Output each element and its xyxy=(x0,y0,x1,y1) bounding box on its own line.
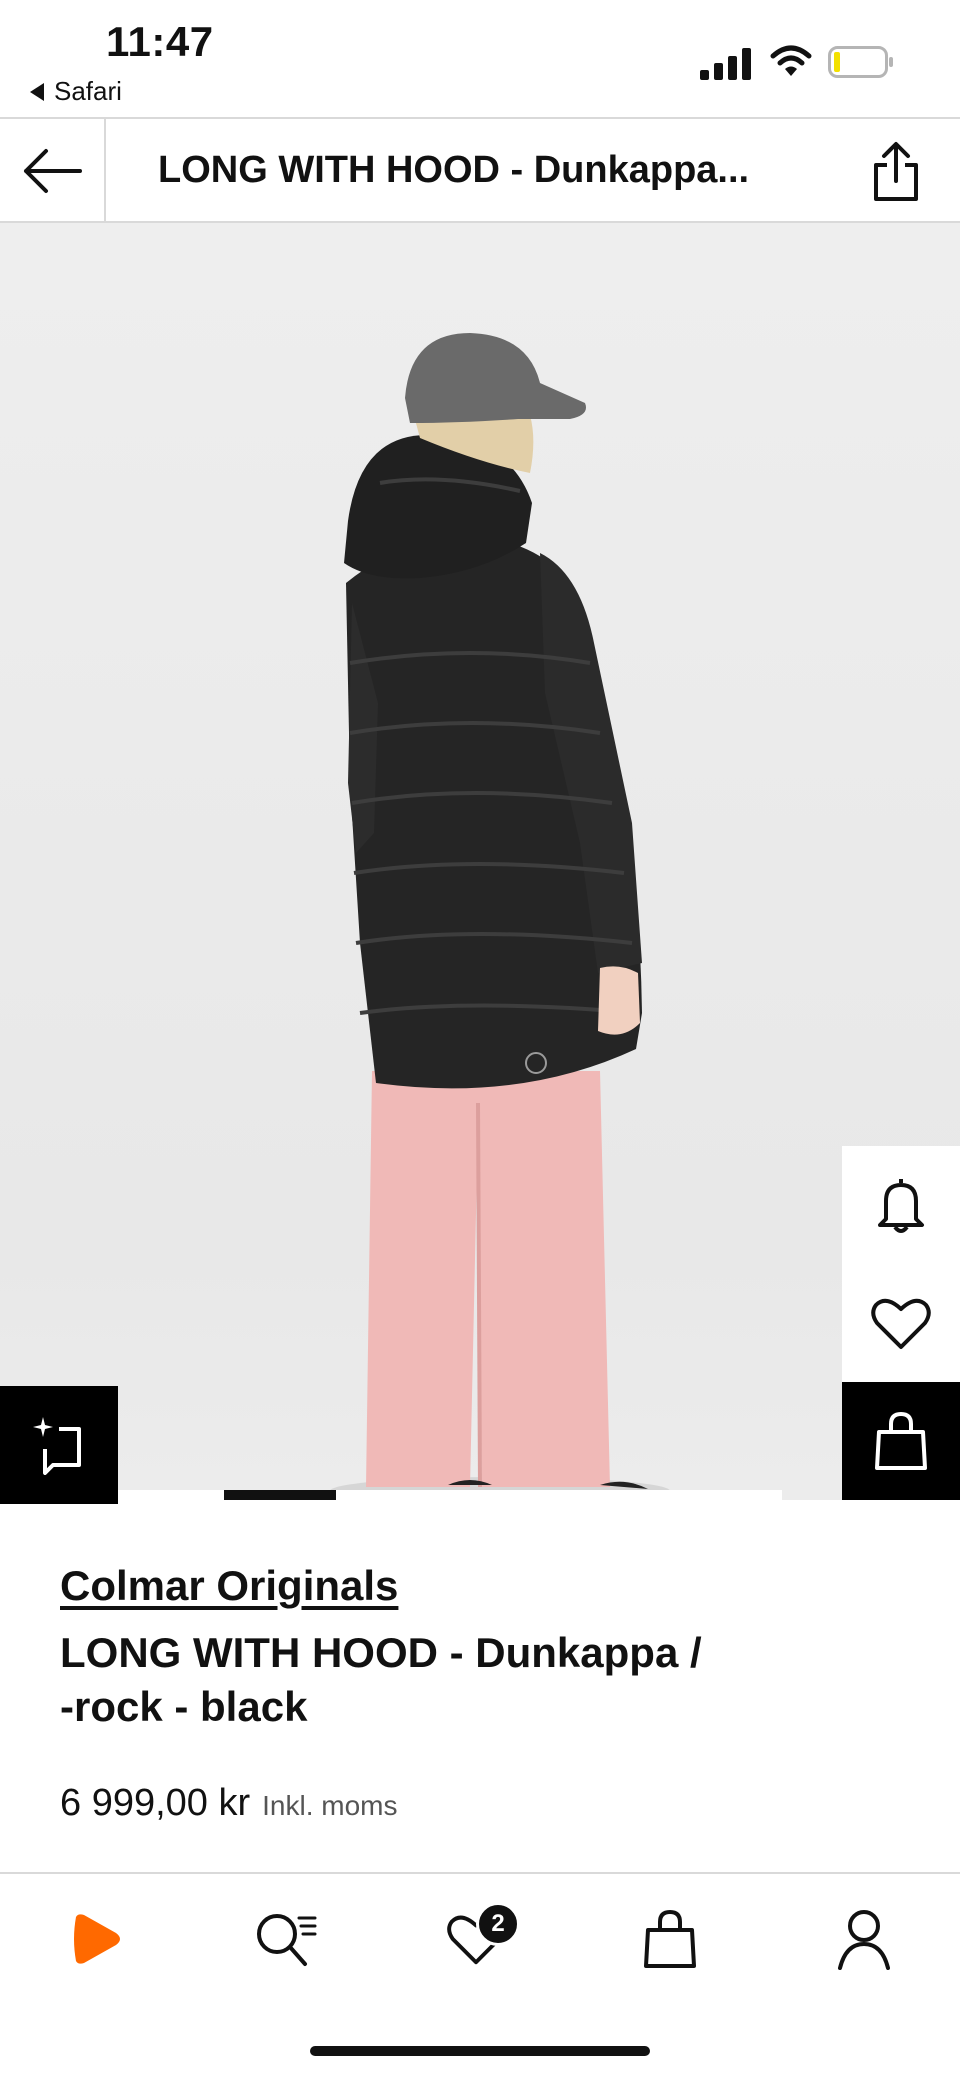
sparkle-frame-icon xyxy=(33,1417,81,1475)
wishlist-button[interactable] xyxy=(842,1264,960,1382)
home-indicator xyxy=(310,2046,650,2056)
carousel-indicator xyxy=(118,1490,782,1500)
tab-wishlist[interactable]: 2 xyxy=(436,1902,520,1974)
share-button[interactable] xyxy=(866,137,926,207)
wishlist-count-badge: 2 xyxy=(476,1902,520,1946)
model-photo xyxy=(330,333,670,1500)
shopping-bag-icon xyxy=(875,1411,927,1470)
return-app-label: Safari xyxy=(54,76,122,106)
product-image[interactable] xyxy=(0,223,960,1500)
status-time: 11:47 xyxy=(106,18,214,65)
back-triangle-icon xyxy=(30,82,44,101)
tab-account[interactable] xyxy=(824,1904,904,1974)
find-similar-button[interactable] xyxy=(0,1386,118,1504)
zalando-logo-icon xyxy=(74,1914,120,1964)
page-title: LONG WITH HOOD - Dunkappa... xyxy=(158,149,750,191)
tab-home[interactable] xyxy=(56,1904,136,1974)
battery-icon xyxy=(828,46,893,78)
user-icon xyxy=(838,1910,890,1970)
add-to-bag-button[interactable] xyxy=(842,1382,960,1500)
bell-icon xyxy=(878,1179,924,1233)
product-name: LONG WITH HOOD - Dunkappa / -rock - blac… xyxy=(60,1626,900,1734)
navigation-bar: LONG WITH HOOD - Dunkappa... xyxy=(0,117,960,223)
carousel-active-segment xyxy=(224,1490,336,1500)
return-to-safari[interactable]: Safari xyxy=(30,76,122,107)
search-icon xyxy=(257,1914,317,1966)
tab-bag[interactable] xyxy=(630,1904,710,1974)
brand-link[interactable]: Colmar Originals xyxy=(60,1562,398,1610)
share-icon xyxy=(874,142,918,201)
tax-note: Inkl. moms xyxy=(262,1790,398,1821)
wifi-icon xyxy=(770,45,812,76)
tab-search[interactable] xyxy=(246,1904,326,1974)
shopping-bag-icon xyxy=(644,1909,696,1968)
product-price: 6 999,00 kr xyxy=(60,1782,251,1824)
price-row: 6 999,00 kr Inkl. moms xyxy=(60,1782,398,1825)
status-bar: 11:47 Safari xyxy=(0,0,960,117)
product-name-line1: LONG WITH HOOD - Dunkappa / xyxy=(60,1629,702,1676)
arrow-left-icon xyxy=(24,149,82,193)
heart-icon xyxy=(871,1298,931,1349)
back-button[interactable] xyxy=(0,119,106,223)
side-actions xyxy=(842,1146,960,1500)
cellular-signal-icon xyxy=(700,48,751,80)
size-alert-button[interactable] xyxy=(842,1146,960,1264)
product-name-line2: -rock - black xyxy=(60,1683,308,1730)
